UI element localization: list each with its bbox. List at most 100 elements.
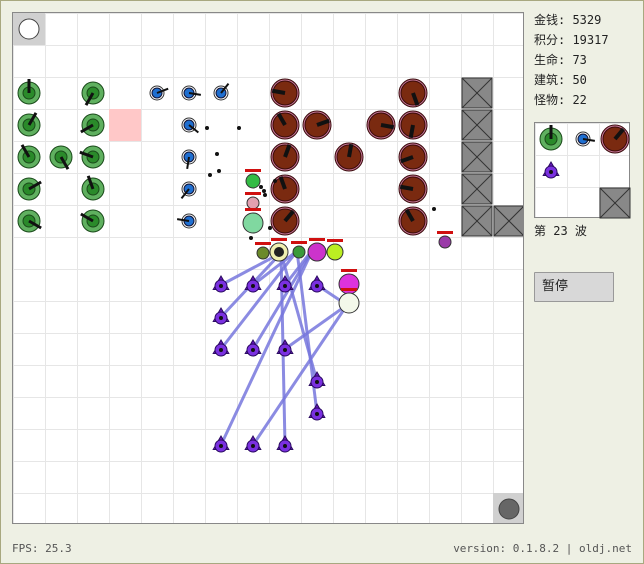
monster-icon <box>308 275 326 293</box>
bullet <box>237 126 241 130</box>
wall-block-icon[interactable] <box>461 109 493 141</box>
monster-eye <box>251 284 255 288</box>
brown-tower-icon[interactable] <box>366 110 396 140</box>
green-tower-icon[interactable] <box>17 79 41 105</box>
creep-health-bar <box>255 242 271 245</box>
creep-core <box>274 247 284 257</box>
brown-tower-icon[interactable] <box>398 110 428 140</box>
wall-block-icon[interactable] <box>461 173 493 205</box>
brown-tower-icon[interactable] <box>302 110 332 140</box>
monster-eye <box>283 284 287 288</box>
blue-tower-icon[interactable] <box>176 213 197 229</box>
monster-icon <box>212 435 230 453</box>
blue-tower-icon[interactable] <box>575 131 596 147</box>
bullet <box>208 173 212 177</box>
wave-counter: 第 23 波 <box>534 224 587 238</box>
pause-button[interactable]: 暂停 <box>534 272 614 302</box>
bullet <box>217 169 221 173</box>
green-tower-icon[interactable] <box>49 145 73 170</box>
brown-tower-icon[interactable] <box>334 142 364 172</box>
creep-health-bar <box>309 238 325 241</box>
green-tower-icon[interactable] <box>539 125 563 151</box>
monster-eye <box>549 170 553 174</box>
blue-tower-icon[interactable] <box>181 149 197 170</box>
tool-palette[interactable] <box>534 122 631 219</box>
bullet <box>205 126 209 130</box>
monster-eye <box>219 316 223 320</box>
monster-eye <box>219 348 223 352</box>
score-stat: 积分: 19317 <box>534 33 609 47</box>
monster-icon <box>212 275 230 293</box>
creep-health-bar <box>327 239 343 242</box>
monster-eye <box>315 284 319 288</box>
wall-block-icon[interactable] <box>461 77 493 109</box>
creep-health-bar <box>271 238 287 241</box>
bullet <box>259 185 263 189</box>
creep <box>245 173 261 189</box>
brown-tower-icon[interactable] <box>398 142 428 172</box>
creep-health-bar <box>245 169 261 172</box>
buildings-stat: 建筑: 50 <box>534 73 587 87</box>
wall-block-icon[interactable] <box>493 205 524 237</box>
creep-health-bar <box>341 288 357 291</box>
start-circle-icon <box>18 18 40 40</box>
bullet <box>273 179 277 183</box>
monster-eye <box>219 444 223 448</box>
money-stat: 金钱: 5329 <box>534 13 602 27</box>
green-tower-icon[interactable] <box>17 112 41 137</box>
laser-beam <box>284 303 348 351</box>
brown-tower-icon[interactable] <box>398 78 428 108</box>
green-tower-icon[interactable] <box>80 209 105 233</box>
bullet <box>249 236 253 240</box>
blue-tower-icon[interactable] <box>180 181 197 199</box>
creep <box>438 235 452 249</box>
brown-tower-icon[interactable] <box>270 110 300 140</box>
brown-tower-icon[interactable] <box>398 206 428 236</box>
tower-barrel <box>380 123 395 130</box>
creep <box>246 196 260 210</box>
fps-counter: FPS: 25.3 <box>12 542 72 555</box>
monster-eye <box>251 348 255 352</box>
blue-tower-icon[interactable] <box>181 85 202 101</box>
wall-block-icon[interactable] <box>461 205 493 237</box>
wall-block-icon[interactable] <box>461 141 493 173</box>
creep-health-bar <box>291 241 307 244</box>
green-tower-icon[interactable] <box>81 81 105 106</box>
green-tower-icon[interactable] <box>17 144 41 169</box>
build-target-cell[interactable] <box>109 109 141 141</box>
brown-tower-icon[interactable] <box>270 142 300 172</box>
green-tower-icon[interactable] <box>17 177 42 201</box>
creep <box>338 292 360 314</box>
creep <box>326 243 344 261</box>
green-tower-icon[interactable] <box>80 113 105 137</box>
exit-circle-icon <box>498 498 520 520</box>
green-tower-icon[interactable] <box>79 145 105 169</box>
tower-barrel <box>399 184 414 191</box>
blue-tower-icon[interactable] <box>181 117 199 134</box>
creep-health-bar <box>245 208 261 211</box>
board-canvas[interactable] <box>13 13 524 524</box>
blue-tower-icon[interactable] <box>213 83 230 101</box>
creep <box>256 246 270 260</box>
monsters-stat: 怪物: 22 <box>534 93 587 107</box>
monster-icon <box>276 339 294 357</box>
bullet <box>262 189 266 193</box>
version-info: version: 0.1.8.2 | oldj.net <box>453 542 632 555</box>
brown-tower-icon[interactable] <box>270 78 300 108</box>
blue-tower-icon[interactable] <box>149 85 169 101</box>
bullet <box>215 152 219 156</box>
green-tower-icon[interactable] <box>17 209 42 233</box>
game-board[interactable] <box>12 12 524 524</box>
life-stat: 生命: 73 <box>534 53 587 67</box>
wall-block-icon[interactable] <box>599 187 631 219</box>
creep-health-bar <box>437 231 453 234</box>
brown-tower-icon[interactable] <box>398 174 428 204</box>
brown-tower-icon[interactable] <box>600 124 630 154</box>
tool-palette-canvas[interactable] <box>535 123 631 219</box>
creep <box>307 242 327 262</box>
green-tower-icon[interactable] <box>81 175 105 201</box>
tower-barrel <box>347 143 354 158</box>
monster-eye <box>315 412 319 416</box>
brown-tower-icon[interactable] <box>270 206 300 236</box>
tower-barrel <box>408 124 415 139</box>
